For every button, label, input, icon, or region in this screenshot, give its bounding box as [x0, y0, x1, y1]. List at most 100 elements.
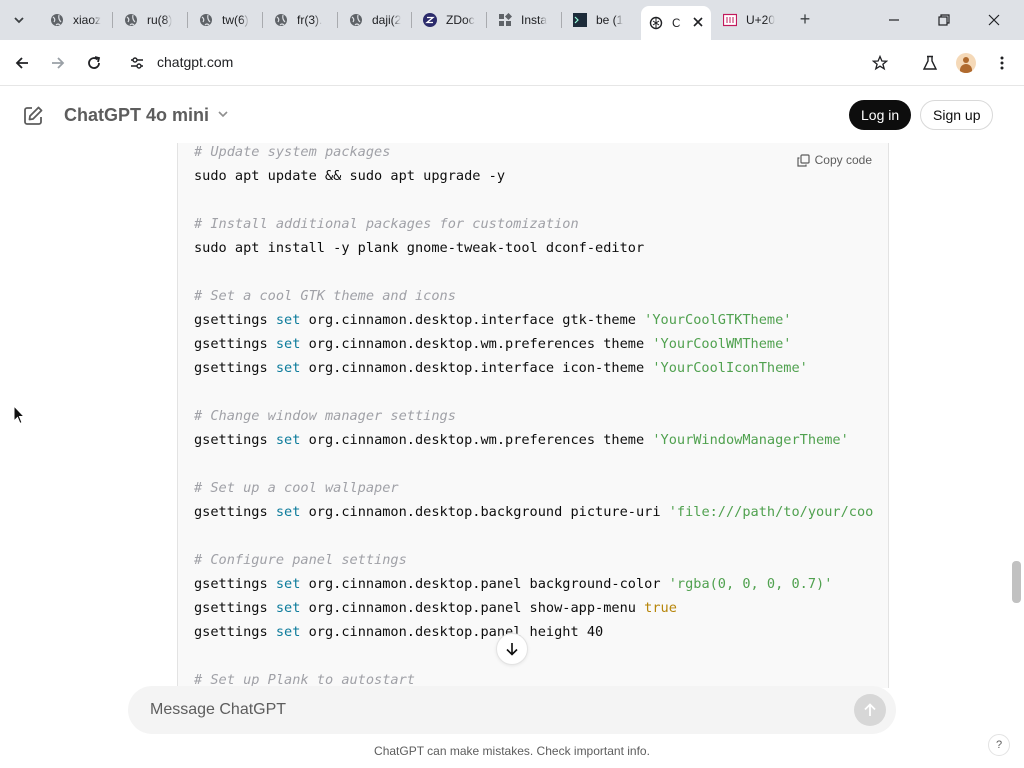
code-token: set [275, 360, 301, 376]
star-icon [872, 55, 888, 71]
reload-icon [88, 56, 101, 69]
browser-tab[interactable]: fr(3). [274, 8, 322, 32]
tab-separator [112, 12, 113, 28]
code-token: true [644, 600, 677, 616]
code-token: org.cinnamon.desktop.interface icon-them… [300, 360, 653, 376]
browser-tab[interactable]: be (1 [573, 8, 623, 32]
browser-tab[interactable]: C [641, 6, 711, 40]
help-button[interactable]: ? [988, 734, 1010, 756]
code-line: sudo apt update && sudo apt upgrade -y [194, 164, 873, 188]
code-token: gsettings [194, 600, 276, 616]
login-button[interactable]: Log in [849, 100, 912, 130]
browser-tab[interactable]: daji(2 [349, 8, 401, 32]
disclaimer-text: ChatGPT can make mistakes. Check importa… [374, 744, 650, 758]
code-token: set [275, 624, 301, 640]
tab-separator [337, 12, 338, 28]
code-token: 'rgba(0, 0, 0, 0.7)' [668, 576, 833, 592]
tab-title: ru(8) [147, 13, 173, 27]
address-bar-url[interactable]: chatgpt.com [157, 54, 233, 70]
arrow-down-icon [506, 643, 518, 656]
forward-arrow-icon [52, 57, 65, 69]
tab-separator [411, 12, 412, 28]
restore-button[interactable] [921, 6, 967, 34]
browser-tab[interactable]: tw(6) [199, 8, 249, 32]
code-token: 'YourCoolIconTheme' [652, 360, 808, 376]
code-token: set [275, 312, 301, 328]
browser-tab[interactable]: xiaoz [50, 8, 101, 32]
code-token: # Set a cool GTK theme and icons [194, 288, 456, 304]
code-token: # Set up a cool wallpaper [194, 480, 399, 496]
back-button[interactable] [10, 51, 34, 75]
tab-title: U+20 [746, 13, 776, 27]
terminal-icon [573, 13, 587, 27]
chat-header: ChatGPT 4o mini Log in Sign up [0, 87, 1024, 143]
code-line: gsettings set org.cinnamon.desktop.panel… [194, 572, 873, 596]
code-token: set [275, 432, 301, 448]
code-token: sudo apt update && sudo apt upgrade -y [194, 168, 505, 184]
message-composer[interactable]: Message ChatGPT [128, 686, 896, 734]
labs-button[interactable] [918, 51, 942, 75]
forward-button[interactable] [46, 51, 70, 75]
page-scrollbar-thumb[interactable] [1012, 561, 1021, 603]
code-token: org.cinnamon.desktop.interface gtk-theme [300, 312, 645, 328]
message-input[interactable]: Message ChatGPT [150, 701, 286, 719]
flask-icon [922, 55, 938, 70]
code-token: gsettings [194, 504, 276, 520]
browser-tab[interactable]: ZDoc [423, 8, 475, 32]
globe-icon [274, 13, 288, 27]
model-selector[interactable]: ChatGPT 4o mini [64, 105, 229, 126]
browser-tab[interactable]: Insta [498, 8, 547, 32]
chatgpt-icon [649, 16, 663, 30]
close-icon [988, 14, 1000, 26]
tab-search-chevron-icon[interactable] [8, 10, 30, 30]
mouse-pointer-icon [13, 404, 26, 430]
new-tab-button[interactable]: + [795, 10, 815, 30]
code-token: org.cinnamon.desktop.wm.preferences them… [300, 432, 653, 448]
send-button[interactable] [854, 694, 886, 726]
site-settings-button[interactable] [125, 51, 149, 75]
code-token: org.cinnamon.desktop.background picture-… [300, 504, 669, 520]
reload-button[interactable] [82, 51, 106, 75]
tab-title: fr(3). [297, 13, 323, 27]
tab-separator [486, 12, 487, 28]
code-line: gsettings set org.cinnamon.desktop.inter… [194, 308, 873, 332]
browser-tab[interactable]: ru(8) [124, 8, 172, 32]
code-token: 'YourCoolGTKTheme' [644, 312, 792, 328]
code-line: gsettings set org.cinnamon.desktop.panel… [194, 620, 873, 644]
code-line: gsettings set org.cinnamon.desktop.backg… [194, 500, 873, 524]
code-token: org.cinnamon.desktop.panel background-co… [300, 576, 669, 592]
unicode-icon [723, 13, 737, 27]
copy-code-label: Copy code [814, 153, 872, 167]
code-token: set [275, 600, 301, 616]
code-token: set [275, 576, 301, 592]
minimize-button[interactable] [871, 6, 917, 34]
tune-icon [131, 57, 143, 69]
browser-toolbar: chatgpt.com [0, 40, 1024, 86]
browser-tab-strip: xiaoz ru(8) tw(6) fr(3). daji(2 ZDoc Insta be (… [0, 0, 1024, 40]
new-chat-button[interactable] [22, 105, 44, 127]
scroll-to-bottom-button[interactable] [496, 633, 528, 665]
browser-tab[interactable]: U+20 [723, 8, 775, 32]
code-token: org.cinnamon.desktop.panel show-app-menu [300, 600, 645, 616]
tab-title: C [672, 16, 681, 30]
bookmark-button[interactable] [868, 51, 892, 75]
close-tab-icon[interactable] [693, 16, 703, 30]
new-chat-icon [24, 106, 43, 125]
code-token: 'YourCoolWMTheme' [652, 336, 792, 352]
tab-title: Insta [521, 13, 548, 27]
code-block: # Update system packages sudo apt update … [177, 143, 889, 688]
tab-title: daji(2 [372, 13, 402, 27]
signup-button[interactable]: Sign up [920, 100, 994, 130]
browser-menu-button[interactable] [990, 51, 1014, 75]
globe-icon [349, 13, 363, 27]
code-token: # Change window manager settings [194, 408, 456, 424]
code-token: gsettings [194, 576, 276, 592]
copy-code-button[interactable]: Copy code [797, 153, 872, 167]
close-window-button[interactable] [971, 6, 1017, 34]
back-arrow-icon [15, 57, 28, 69]
profile-avatar[interactable] [956, 53, 976, 73]
code-token: gsettings [194, 312, 276, 328]
code-line: gsettings set org.cinnamon.desktop.panel… [194, 596, 873, 620]
globe-icon [199, 13, 213, 27]
